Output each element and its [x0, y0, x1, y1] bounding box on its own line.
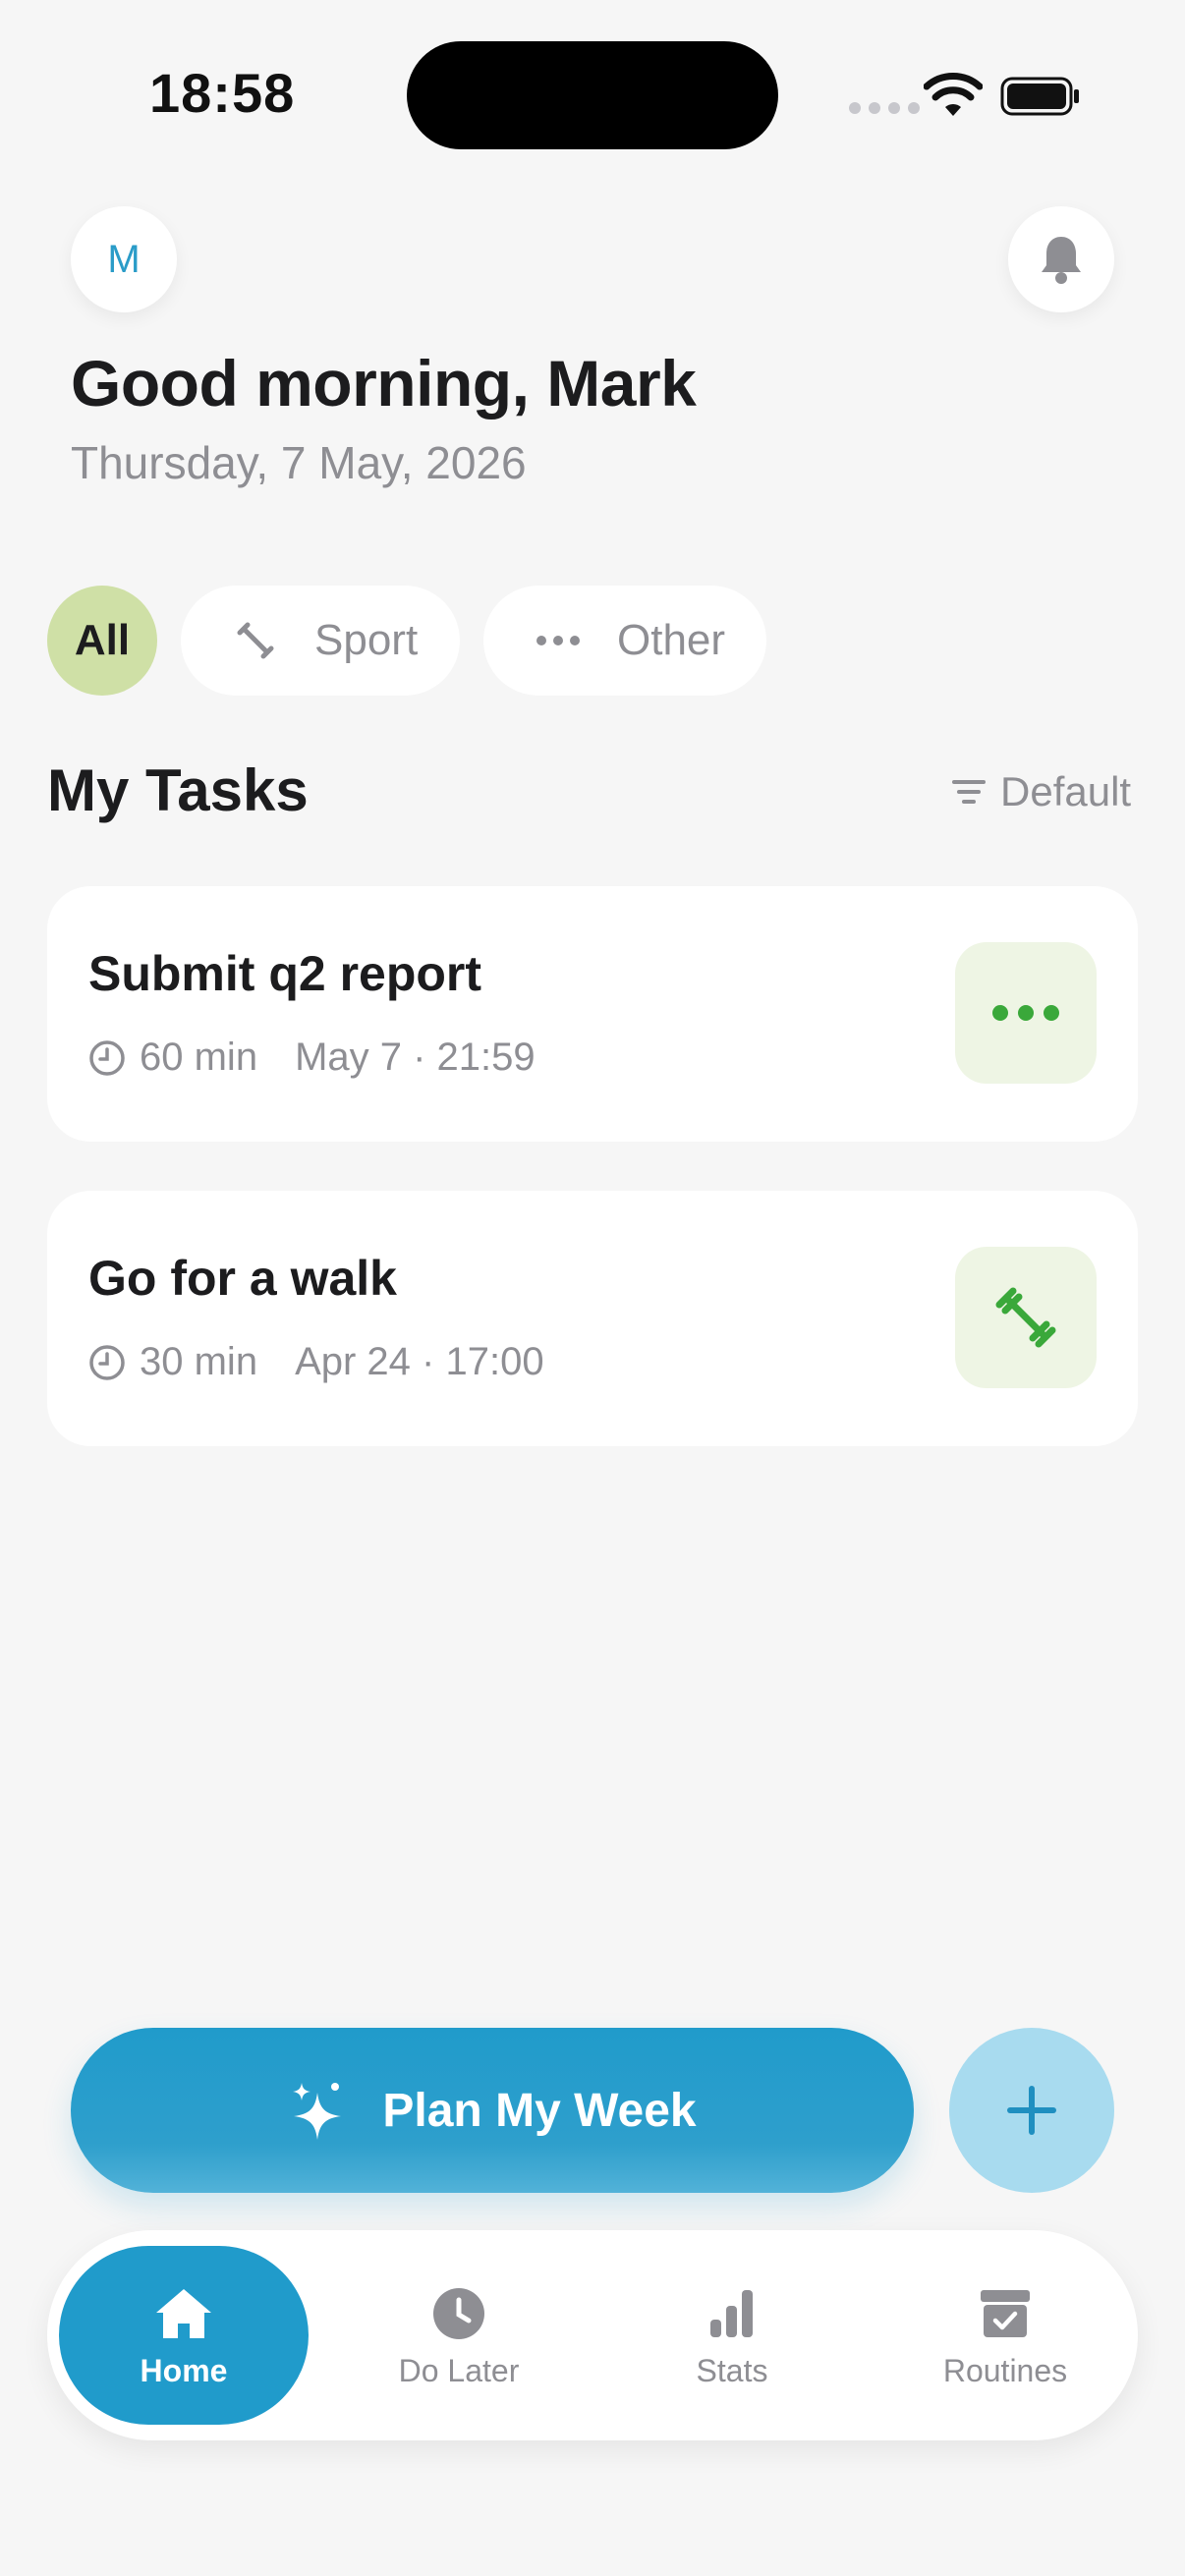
tab-home-label: Home: [140, 2352, 228, 2388]
task-card[interactable]: Go for a walk 30 min Apr 24 · 17:00: [47, 1191, 1138, 1446]
more-dots-icon: [529, 635, 588, 646]
plan-my-week-label: Plan My Week: [382, 2084, 697, 2137]
home-icon: [153, 2282, 214, 2345]
task-category-badge[interactable]: [955, 1247, 1097, 1388]
filter-chip-other[interactable]: Other: [483, 586, 766, 696]
clock-icon: [431, 2282, 486, 2345]
sort-label: Default: [1000, 768, 1132, 814]
notifications-button[interactable]: [1008, 206, 1114, 312]
plan-my-week-button[interactable]: Plan My Week: [71, 2028, 914, 2193]
tab-routines-label: Routines: [942, 2352, 1068, 2388]
task-title: Submit q2 report: [88, 946, 482, 1001]
wifi-icon: [924, 73, 983, 116]
section-title: My Tasks: [47, 757, 309, 823]
clock-icon: [89, 1344, 125, 1380]
routines-box-icon: [979, 2282, 1032, 2345]
bar-chart-icon: [708, 2282, 756, 2345]
tab-do-later[interactable]: Do Later: [334, 2246, 584, 2425]
greeting-title: Good morning, Mark: [71, 347, 697, 420]
dumbbell-icon: [226, 619, 285, 662]
avatar[interactable]: M: [71, 206, 177, 312]
tab-stats[interactable]: Stats: [607, 2246, 857, 2425]
task-category-badge[interactable]: [955, 942, 1097, 1084]
task-title: Go for a walk: [88, 1251, 397, 1306]
task-duration: 60 min: [140, 1036, 258, 1079]
dynamic-island: [407, 41, 778, 149]
current-date: Thursday, 7 May, 2026: [71, 437, 527, 488]
filter-chip-sport-label: Sport: [314, 616, 419, 664]
bell-icon: [1042, 237, 1081, 284]
sort-icon: [952, 780, 986, 804]
task-card[interactable]: Submit q2 report 60 min May 7 · 21:59: [47, 886, 1138, 1142]
filter-chip-sport[interactable]: Sport: [181, 586, 460, 696]
more-dots-icon: [992, 1005, 1059, 1021]
sort-button[interactable]: Default: [951, 768, 1131, 815]
task-due: May 7 · 21:59: [295, 1036, 536, 1079]
plus-icon: [1007, 2086, 1056, 2135]
task-due: Apr 24 · 17:00: [295, 1340, 544, 1383]
sparkles-icon: [288, 2079, 347, 2142]
clock-icon: [89, 1039, 125, 1076]
battery-icon: [1000, 77, 1079, 116]
filter-chip-other-label: Other: [617, 616, 726, 664]
filter-chip-all-label: All: [74, 616, 131, 664]
tab-routines[interactable]: Routines: [880, 2246, 1130, 2425]
cellular-signal-icon: [849, 102, 920, 114]
status-time: 18:58: [149, 62, 296, 124]
avatar-initial: M: [107, 237, 141, 281]
task-duration: 30 min: [140, 1340, 258, 1383]
dumbbell-icon: [995, 1287, 1056, 1348]
add-task-button[interactable]: [949, 2028, 1114, 2193]
tab-do-later-label: Do Later: [398, 2352, 520, 2388]
tab-stats-label: Stats: [696, 2352, 768, 2388]
filter-chip-all[interactable]: All: [47, 586, 157, 696]
tab-bar: Home Do Later Stats Routines: [47, 2230, 1138, 2440]
tab-home[interactable]: Home: [59, 2246, 309, 2425]
